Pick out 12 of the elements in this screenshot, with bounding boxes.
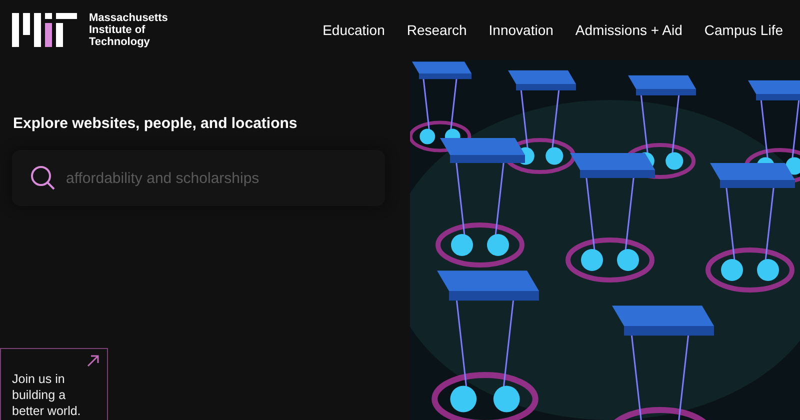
- nav-link[interactable]: Innovation: [488, 22, 554, 38]
- nav-link[interactable]: Campus Life: [704, 22, 783, 38]
- nav-link[interactable]: Research: [406, 22, 467, 38]
- logo-icon: [12, 13, 77, 47]
- search-field[interactable]: affordability and scholarships: [12, 150, 385, 206]
- arrow-icon: [87, 355, 99, 367]
- search-heading: Explore websites, people, and locations: [13, 115, 298, 132]
- nav-link[interactable]: Education: [322, 22, 385, 38]
- search-icon: [30, 165, 56, 191]
- promo-link[interactable]: Join us in building a better world.: [0, 348, 108, 420]
- nav-link[interactable]: Admissions + Aid: [575, 22, 682, 38]
- institution-name: Massachusetts Institute of Technology: [89, 12, 169, 48]
